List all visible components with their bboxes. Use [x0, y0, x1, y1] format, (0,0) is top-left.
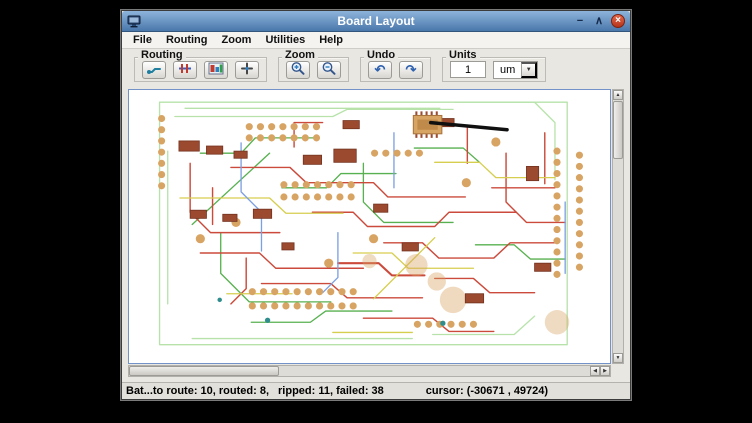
- zoom-in-button[interactable]: [286, 61, 310, 79]
- zoom-out-icon: [321, 61, 337, 78]
- redo-button[interactable]: ↷: [399, 61, 423, 79]
- autoroute-icon: [146, 62, 162, 78]
- maximize-button[interactable]: ∧: [592, 14, 606, 28]
- cursor-position-text: cursor: (-30671 , 49724): [426, 385, 548, 397]
- window-title: Board Layout: [122, 14, 630, 28]
- undo-icon: ↶: [375, 63, 386, 76]
- move-icon: [239, 62, 255, 78]
- zoom-out-button[interactable]: [317, 61, 341, 79]
- vertical-scroll-thumb[interactable]: [613, 101, 623, 159]
- optimize-button[interactable]: [204, 61, 228, 79]
- menu-item-routing[interactable]: Routing: [159, 33, 215, 47]
- scroll-right-icon: ▶: [603, 368, 607, 374]
- scroll-left-button[interactable]: ◀: [590, 366, 600, 376]
- units-combo-value: um: [494, 62, 521, 78]
- statusbar: Bat...to route: 10, routed: 8, ripped: 1…: [122, 382, 630, 399]
- zoom-group-label: Zoom: [282, 49, 318, 61]
- undo-group-label: Undo: [364, 49, 398, 61]
- scroll-down-icon: ▼: [616, 355, 621, 361]
- menubar: File Routing Zoom Utilities Help: [122, 32, 630, 49]
- undo-group: Undo ↶ ↷: [360, 57, 431, 82]
- zoom-in-icon: [290, 61, 306, 78]
- toolbar: Routing: [122, 49, 630, 85]
- fanout-icon: [177, 62, 193, 78]
- units-combo[interactable]: um ▼: [493, 61, 538, 79]
- scroll-up-button[interactable]: ▲: [613, 90, 623, 100]
- move-button[interactable]: [235, 61, 259, 79]
- scroll-down-button[interactable]: ▼: [613, 353, 623, 363]
- units-group: Units um ▼: [442, 57, 546, 82]
- fanout-button[interactable]: [173, 61, 197, 79]
- minimize-button[interactable]: −: [573, 14, 587, 28]
- scroll-up-icon: ▲: [616, 92, 621, 98]
- canvas-area: ▲ ▼ ◀ ▶: [128, 89, 624, 377]
- titlebar[interactable]: Board Layout − ∧ ×: [122, 11, 630, 32]
- redo-icon: ↷: [406, 63, 417, 76]
- units-combo-dropdown-button[interactable]: ▼: [521, 62, 537, 78]
- app-icon: [127, 14, 142, 28]
- routing-group: Routing: [134, 57, 267, 82]
- menu-item-file[interactable]: File: [126, 33, 159, 47]
- board-canvas[interactable]: [128, 89, 611, 364]
- units-group-label: Units: [446, 49, 480, 61]
- scroll-right-button[interactable]: ▶: [600, 366, 610, 376]
- menu-item-zoom[interactable]: Zoom: [215, 33, 259, 47]
- menu-item-help[interactable]: Help: [312, 33, 350, 47]
- undo-button[interactable]: ↶: [368, 61, 392, 79]
- pcb-drawing: [129, 90, 610, 363]
- zoom-group: Zoom: [278, 57, 349, 82]
- routing-group-label: Routing: [138, 49, 186, 61]
- window-controls: − ∧ ×: [573, 14, 625, 28]
- units-value-input[interactable]: [450, 61, 486, 78]
- horizontal-scrollbar[interactable]: ◀ ▶: [128, 365, 611, 377]
- vertical-scrollbar[interactable]: ▲ ▼: [612, 89, 624, 364]
- scroll-left-icon: ◀: [593, 368, 597, 374]
- optimize-icon: [208, 62, 224, 78]
- menu-item-utilities[interactable]: Utilities: [258, 33, 312, 47]
- autoroute-button[interactable]: [142, 61, 166, 79]
- rip-stats-text: ripped: 11, failed: 38: [278, 385, 384, 397]
- horizontal-scroll-thumb[interactable]: [129, 366, 279, 376]
- board-layout-window: Board Layout − ∧ × File Routing Zoom Uti…: [121, 10, 631, 400]
- chevron-down-icon: ▼: [526, 67, 532, 73]
- close-button[interactable]: ×: [611, 14, 625, 28]
- routing-stats-text: Bat...to route: 10, routed: 8,: [126, 385, 269, 397]
